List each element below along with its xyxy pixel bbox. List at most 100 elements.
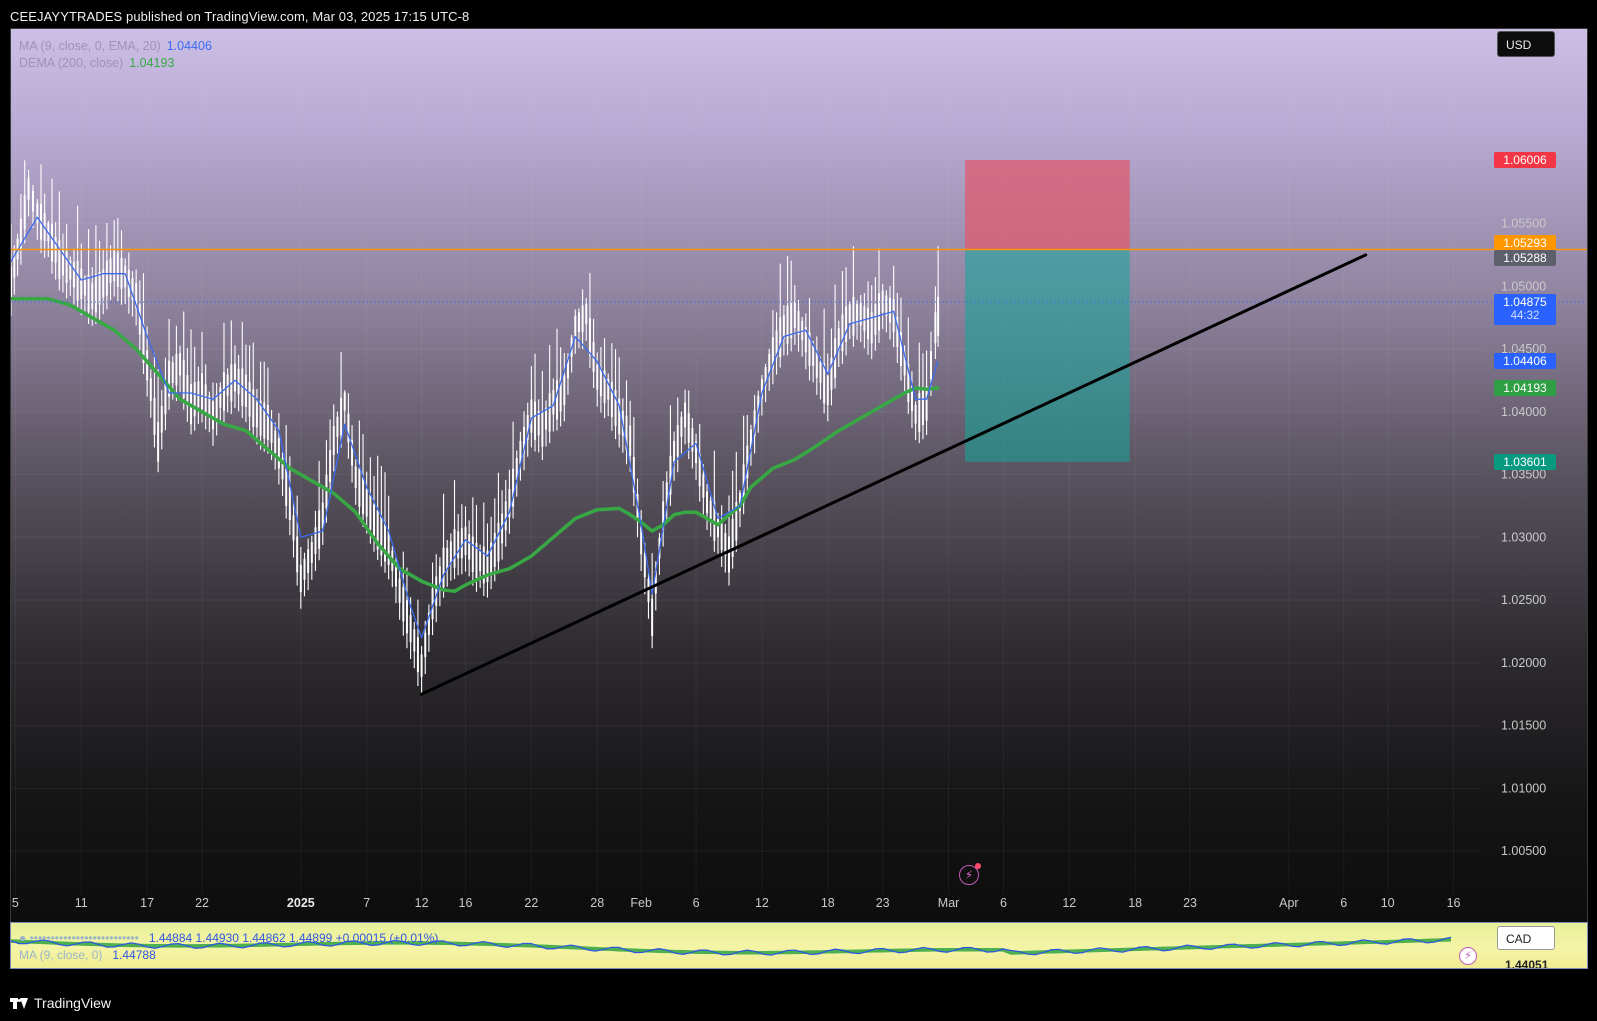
x-axis-tick-label: 22 xyxy=(524,896,538,910)
currency-usd-button[interactable]: USD xyxy=(1497,31,1555,57)
x-axis-tick-label: 10 xyxy=(1381,896,1395,910)
candle-body xyxy=(219,387,222,408)
candle-body xyxy=(87,274,90,312)
candle-body xyxy=(248,382,251,417)
candle-body xyxy=(80,268,83,300)
legend-ema[interactable]: MA (9, close, 0, EMA, 20) 1.04406 xyxy=(19,39,212,53)
candle-body xyxy=(157,422,160,462)
candle-body xyxy=(358,468,361,507)
candle-body xyxy=(226,374,229,396)
candle-body xyxy=(673,440,676,464)
candle-body xyxy=(105,260,108,296)
candle-body xyxy=(797,310,800,335)
x-axis-tick-label: 18 xyxy=(1128,896,1142,910)
y-axis-tick-label: 1.02000 xyxy=(1501,656,1546,670)
candle-body xyxy=(424,632,427,658)
sub-chart[interactable]: ● •••••••••••••••••••••••••• 1.44884 1.44… xyxy=(10,922,1588,969)
candle-body xyxy=(405,600,408,634)
candle-body xyxy=(116,252,119,287)
candle-body xyxy=(27,177,30,200)
candle-body xyxy=(709,500,712,521)
candle-body xyxy=(402,587,405,622)
candle-body xyxy=(413,629,416,652)
price-chart-svg[interactable]: 1.055001.050001.045001.040001.035001.030… xyxy=(11,29,1588,936)
candle-body xyxy=(23,195,26,230)
candle-body xyxy=(577,312,580,332)
price-label-last-price: 1.04875 44:32 xyxy=(1494,293,1556,325)
candle-body xyxy=(548,393,551,432)
footer-brand[interactable]: TradingView xyxy=(10,995,111,1011)
y-axis-tick-label: 1.02500 xyxy=(1501,593,1546,607)
y-axis-tick-label: 1.05500 xyxy=(1501,217,1546,231)
x-axis-tick-label: 16 xyxy=(1447,896,1461,910)
candle-body xyxy=(468,534,471,560)
candle-body xyxy=(680,416,683,438)
candle-body xyxy=(878,293,881,331)
candle-body xyxy=(790,302,793,339)
publisher-line: CEEJAYYTRADES published on TradingView.c… xyxy=(10,9,470,24)
candle-body xyxy=(812,345,815,366)
candle-body xyxy=(504,501,507,531)
candle-body xyxy=(779,317,782,358)
price-label-ema: 1.04406 xyxy=(1494,352,1556,369)
candle-body xyxy=(36,203,39,224)
currency-cad-button[interactable]: CAD xyxy=(1497,926,1555,950)
legend-dema-label: DEMA (200, close) xyxy=(19,56,124,70)
candle-body xyxy=(706,491,709,514)
candle-body xyxy=(588,318,591,356)
legend-dema[interactable]: DEMA (200, close) 1.04193 xyxy=(19,56,174,70)
candle-body xyxy=(373,504,376,537)
candle-body xyxy=(307,549,310,574)
candle-body xyxy=(160,406,163,433)
sub-legend-symbol-icon: ● •••••••••••••••••••••••••• xyxy=(19,931,139,945)
candle-body xyxy=(684,402,687,428)
candle-body xyxy=(83,277,86,296)
main-chart[interactable]: 1.05500 1.05000 1.04500 1.04000 1.03500 1.030… xyxy=(10,28,1588,936)
candle-body xyxy=(610,381,613,418)
candle-body xyxy=(329,449,332,483)
stop-loss-zone xyxy=(965,160,1130,251)
x-axis-tick-label: 12 xyxy=(755,896,769,910)
candle-body xyxy=(65,251,68,283)
y-axis-tick-label: 1.04000 xyxy=(1501,405,1546,419)
candle-body xyxy=(292,515,295,541)
candle-body xyxy=(340,397,343,436)
price-label-stop-loss: 1.06006 xyxy=(1494,152,1556,169)
y-axis-tick-label: 1.01500 xyxy=(1501,719,1546,733)
candle-body xyxy=(541,410,544,447)
x-axis-tick-label: 18 xyxy=(821,896,835,910)
candle-body xyxy=(446,547,449,570)
candle-body xyxy=(925,386,928,421)
candle-body xyxy=(369,494,372,530)
x-axis-tick-label: Mar xyxy=(938,896,960,910)
candle-body xyxy=(98,271,101,305)
x-axis-tick-label: 23 xyxy=(1183,896,1197,910)
candle-body xyxy=(841,314,844,352)
candle-body xyxy=(365,489,368,517)
candle-body xyxy=(193,382,196,417)
x-axis-tick-label: 12 xyxy=(415,896,429,910)
legend-ema-value: 1.04406 xyxy=(166,39,212,53)
candle-body xyxy=(629,425,632,456)
candle-body xyxy=(555,380,558,420)
candle-body xyxy=(212,401,215,430)
candle-body xyxy=(288,487,291,521)
candle-body xyxy=(717,517,720,538)
candle-body xyxy=(303,558,306,580)
candle-body xyxy=(94,274,97,313)
candle-body xyxy=(299,564,302,593)
candle-body xyxy=(171,362,174,383)
candle-body xyxy=(848,304,851,324)
candle-body xyxy=(179,353,182,376)
candle-body xyxy=(449,541,452,564)
candle-body xyxy=(76,260,79,301)
sub-lightning-icon[interactable]: ⚡ xyxy=(1459,947,1477,965)
candle-body xyxy=(937,296,940,336)
candle-body xyxy=(585,303,588,325)
candle-body xyxy=(859,303,862,326)
candle-body xyxy=(793,301,796,329)
lightning-icon[interactable]: ⚡ xyxy=(959,863,981,885)
candle-body xyxy=(50,224,53,262)
candle-body xyxy=(237,368,240,395)
candle-body xyxy=(197,381,200,408)
